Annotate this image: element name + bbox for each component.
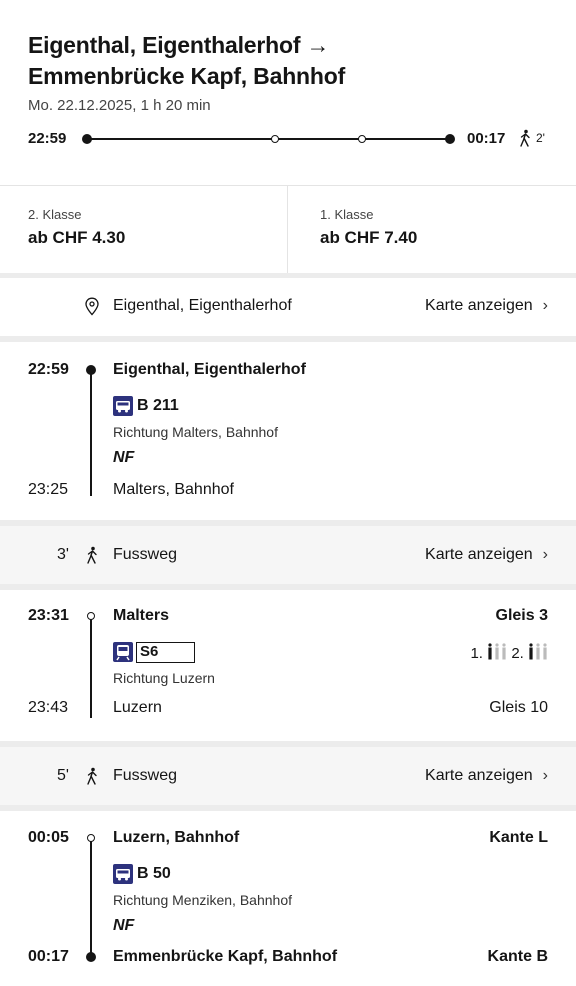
low-floor-badge: NF xyxy=(113,449,135,466)
leg-departure-stop: Eigenthal, Eigenthalerhof xyxy=(113,361,306,378)
occupancy-low-icon xyxy=(529,643,547,660)
stop-dot xyxy=(86,952,96,962)
walk-minutes: 3' xyxy=(57,546,69,563)
stop-dot xyxy=(87,612,95,620)
arrival-platform: Gleis 10 xyxy=(489,699,548,716)
arrival-platform: Kante B xyxy=(487,948,548,965)
leg-arrival-stop: Malters, Bahnhof xyxy=(113,481,234,498)
leg-arrival-time: 23:43 xyxy=(28,699,69,716)
leg-arrival-time: 00:17 xyxy=(28,948,69,965)
leg-departure-stop: Malters xyxy=(113,607,170,624)
price-first-class[interactable]: 1. Klasse ab CHF 7.40 xyxy=(288,186,576,274)
show-map-link[interactable]: Karte anzeigen › xyxy=(425,546,548,564)
leg-direction: Richtung Luzern xyxy=(113,670,215,686)
show-map-label: Karte anzeigen xyxy=(425,297,533,314)
walk-minutes: 5' xyxy=(57,767,69,784)
show-map-label: Karte anzeigen xyxy=(425,546,533,563)
start-location-name: Eigenthal, Eigenthalerhof xyxy=(113,297,292,314)
low-floor-badge: NF xyxy=(113,917,135,934)
leg-line xyxy=(90,839,92,957)
departure-platform: Gleis 3 xyxy=(495,607,548,624)
route-title-line1: Eigenthal, Eigenthalerhof → xyxy=(28,32,330,58)
show-map-link[interactable]: Karte anzeigen › xyxy=(425,767,548,785)
journey-leg-bus-50[interactable]: 00:05 Luzern, Bahnhof Kante L B 50 Richt… xyxy=(0,811,576,986)
leg-arrival-stop: Luzern xyxy=(113,699,162,716)
timeline-end-dot xyxy=(445,134,455,144)
leg-line xyxy=(90,618,92,718)
occupancy-second-label: 2. xyxy=(511,645,524,662)
walk-transfer-row: 5' Fussweg Karte anzeigen › xyxy=(0,747,576,805)
leg-departure-time: 22:59 xyxy=(28,361,69,378)
walk-transfer-row: 3' Fussweg Karte anzeigen › xyxy=(0,526,576,584)
line-number-box: S6 xyxy=(136,642,195,663)
train-icon xyxy=(113,642,133,662)
leg-departure-time: 23:31 xyxy=(28,607,69,624)
walk-label: Fussweg xyxy=(113,767,178,784)
price-value: ab CHF 7.40 xyxy=(320,228,418,247)
departure-platform: Kante L xyxy=(489,829,548,846)
class-label: 1. Klasse xyxy=(320,207,374,222)
timeline-transfer-dot xyxy=(271,135,279,143)
bus-icon xyxy=(113,864,133,884)
line-number: B 211 xyxy=(137,397,179,414)
price-value: ab CHF 4.30 xyxy=(28,228,126,247)
show-map-label: Karte anzeigen xyxy=(425,767,533,784)
chevron-right-icon: › xyxy=(542,767,548,784)
class-label: 2. Klasse xyxy=(28,207,82,222)
walk-icon xyxy=(520,129,530,147)
stop-dot xyxy=(87,834,95,842)
leg-direction: Richtung Malters, Bahnhof xyxy=(113,424,278,440)
leg-departure-time: 00:05 xyxy=(28,829,69,846)
route-title-line2: Emmenbrücke Kapf, Bahnhof xyxy=(28,63,346,89)
price-section: 2. Klasse ab CHF 4.30 1. Klasse ab CHF 7… xyxy=(0,185,576,274)
journey-overview-timeline: 22:59 00:17 2' xyxy=(28,128,556,150)
connection-header: Eigenthal, Eigenthalerhof → Emmenbrücke … xyxy=(0,0,576,186)
bus-icon xyxy=(113,396,133,416)
leg-departure-stop: Luzern, Bahnhof xyxy=(113,829,240,846)
leg-line xyxy=(90,370,92,496)
timeline-bar xyxy=(87,138,450,140)
arrival-time: 00:17 xyxy=(467,130,506,147)
leg-direction: Richtung Menziken, Bahnhof xyxy=(113,892,292,908)
price-second-class[interactable]: 2. Klasse ab CHF 4.30 xyxy=(0,186,288,274)
occupancy-first-label: 1. xyxy=(470,645,483,662)
occupancy-indicator: 1. 2. xyxy=(470,643,548,662)
chevron-right-icon: › xyxy=(542,297,548,314)
line-number: B 50 xyxy=(137,865,171,882)
final-walk-minutes: 2' xyxy=(536,131,545,145)
walk-icon xyxy=(87,767,97,785)
walk-label: Fussweg xyxy=(113,546,178,563)
show-map-link[interactable]: Karte anzeigen › xyxy=(425,297,548,315)
walk-icon xyxy=(87,546,97,564)
departure-time: 22:59 xyxy=(28,130,67,147)
chevron-right-icon: › xyxy=(542,546,548,563)
occupancy-low-icon xyxy=(488,643,506,660)
leg-arrival-time: 23:25 xyxy=(28,481,69,498)
stop-dot xyxy=(86,365,96,375)
journey-leg-s6[interactable]: 23:31 Malters Gleis 3 S6 1. 2. Richtung … xyxy=(0,590,576,740)
start-location-row: Eigenthal, Eigenthalerhof Karte anzeigen… xyxy=(0,278,576,336)
map-pin-icon xyxy=(85,297,99,316)
leg-arrival-stop: Emmenbrücke Kapf, Bahnhof xyxy=(113,948,338,965)
timeline-start-dot xyxy=(82,134,92,144)
timeline-transfer-dot xyxy=(358,135,366,143)
date-duration: Mo. 22.12.2025, 1 h 20 min xyxy=(28,97,211,114)
journey-leg-bus-211[interactable]: 22:59 Eigenthal, Eigenthalerhof B 211 Ri… xyxy=(0,342,576,522)
